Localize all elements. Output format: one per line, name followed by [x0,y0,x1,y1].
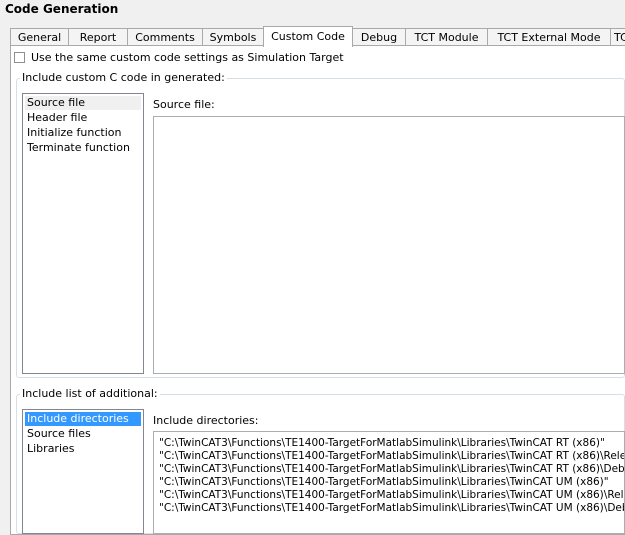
tab-tct-module[interactable]: TCT Module [405,28,488,45]
list-item-source-files[interactable]: Source files [25,427,93,441]
include-directories-textarea[interactable]: "C:\TwinCAT3\Functions\TE1400-TargetForM… [153,431,625,534]
custom-code-section-list[interactable]: Source file Header file Initialize funct… [22,93,144,374]
tab-report[interactable]: Report [68,28,128,45]
directory-entry: "C:\TwinCAT3\Functions\TE1400-TargetForM… [159,489,625,501]
same-settings-label: Use the same custom code settings as Sim… [31,51,344,64]
list-item-header-file[interactable]: Header file [25,111,89,125]
tab-custom-code[interactable]: Custom Code [263,26,353,47]
include-list-section-list[interactable]: Include directories Source files Librari… [22,409,144,534]
source-file-textarea[interactable] [153,116,625,374]
list-item-initialize-function[interactable]: Initialize function [25,126,123,140]
tab-general[interactable]: General [10,28,69,45]
list-item-terminate-function[interactable]: Terminate function [25,141,132,155]
directory-entry: "C:\TwinCAT3\Functions\TE1400-TargetForM… [159,476,609,488]
directory-entry: "C:\TwinCAT3\Functions\TE1400-TargetForM… [159,437,605,449]
directory-entry: "C:\TwinCAT3\Functions\TE1400-TargetForM… [159,502,625,514]
include-directories-label: Include directories: [153,414,259,427]
same-settings-checkbox[interactable] [14,52,25,63]
tab-strip: General Report Comments Symbols Custom C… [10,26,625,47]
directory-entry: "C:\TwinCAT3\Functions\TE1400-TargetForM… [159,463,625,475]
page-title: Code Generation [5,2,119,16]
list-item-source-file[interactable]: Source file [25,96,141,110]
tab-tct-external-mode[interactable]: TCT External Mode [487,28,611,45]
tab-tc[interactable]: TC [610,28,625,45]
directory-entry: "C:\TwinCAT3\Functions\TE1400-TargetForM… [159,450,625,462]
custom-c-code-legend: Include custom C code in generated: [20,71,227,84]
include-list-legend: Include list of additional: [20,387,160,400]
tab-comments[interactable]: Comments [127,28,203,45]
list-item-libraries[interactable]: Libraries [25,442,77,456]
source-file-label: Source file: [153,98,215,111]
list-item-include-directories[interactable]: Include directories [25,412,141,426]
tab-symbols[interactable]: Symbols [202,28,264,45]
tab-debug[interactable]: Debug [352,28,406,45]
